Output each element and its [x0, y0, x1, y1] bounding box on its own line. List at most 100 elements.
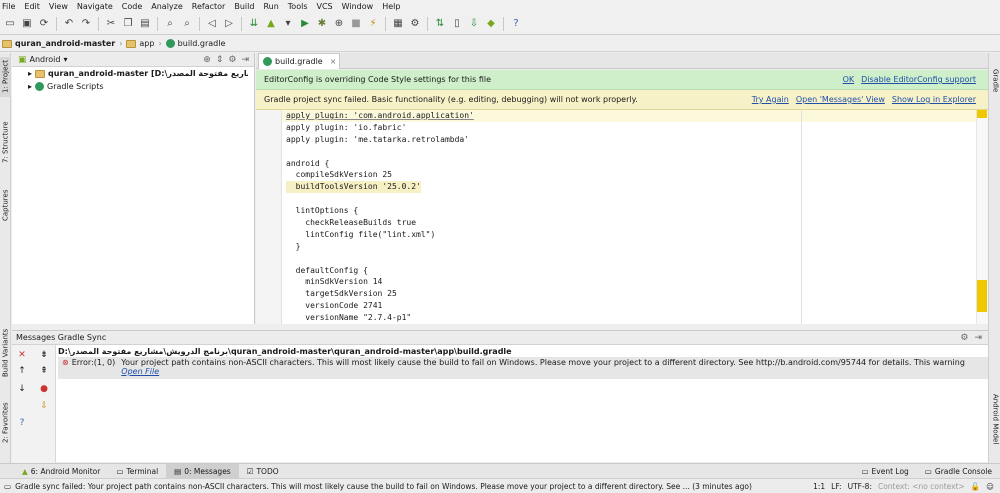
tab-gradle-console[interactable]: ▭ Gradle Console: [917, 464, 1000, 479]
back-icon[interactable]: ◁: [205, 17, 219, 31]
find-icon[interactable]: ⌕: [163, 17, 177, 31]
caret-position[interactable]: 1:1: [813, 482, 825, 491]
export-icon[interactable]: ⇩: [38, 400, 50, 412]
next-icon[interactable]: ↓: [16, 383, 28, 395]
menu-refactor[interactable]: Refactor: [192, 2, 226, 11]
menu-navigate[interactable]: Navigate: [77, 2, 113, 11]
try-again-link[interactable]: Try Again: [752, 95, 789, 104]
close-icon[interactable]: ×: [330, 57, 337, 66]
error-filter-icon[interactable]: ●: [38, 383, 50, 395]
paste-icon[interactable]: ▤: [138, 17, 152, 31]
tab-build-gradle[interactable]: build.gradle ×: [258, 53, 340, 69]
tab-structure[interactable]: 7: Structure: [0, 115, 11, 170]
menu-build[interactable]: Build: [234, 2, 254, 11]
message-path-row[interactable]: D:\برنامج الدرويش\مشاريع مفتوحة المصدر\q…: [58, 345, 988, 357]
hide-icon[interactable]: ⇥: [974, 333, 982, 343]
android-icon[interactable]: ▲: [264, 17, 278, 31]
collapse-icon[interactable]: ⇕: [216, 55, 224, 65]
open-messages-link[interactable]: Open 'Messages' View: [796, 95, 885, 104]
gear-icon[interactable]: ⚙: [960, 333, 968, 343]
tab-project[interactable]: 1: Project: [0, 57, 11, 97]
help-icon[interactable]: ?: [509, 17, 523, 31]
open-file-link[interactable]: Open File: [121, 367, 965, 376]
debug-icon[interactable]: ✱: [315, 17, 329, 31]
save-icon[interactable]: ▣: [20, 17, 34, 31]
hide-icon[interactable]: ⇥: [241, 55, 249, 65]
menu-vcs[interactable]: VCS: [317, 2, 333, 11]
tab-event-log[interactable]: ▭ Event Log: [853, 464, 916, 479]
warning-marker[interactable]: [977, 110, 987, 118]
tab-terminal[interactable]: ▭ Terminal: [108, 464, 166, 479]
toolbar-divider: [98, 16, 99, 31]
lock-icon[interactable]: 🔓: [971, 482, 980, 491]
attach-debugger-icon[interactable]: ⊕: [332, 17, 346, 31]
code-line: apply plugin: 'me.tatarka.retrolambda': [286, 134, 470, 144]
collapse-all-icon[interactable]: ⇞: [38, 365, 50, 377]
tree-item-gradle-scripts[interactable]: ▸ Gradle Scripts: [12, 80, 254, 93]
tab-gradle[interactable]: Gradle: [990, 61, 1000, 101]
dropdown-icon[interactable]: ▾: [281, 17, 295, 31]
gradle-file-icon: [165, 39, 175, 48]
status-toggle-icon[interactable]: ▭: [4, 482, 11, 491]
show-log-link[interactable]: Show Log in Explorer: [892, 95, 976, 104]
close-icon[interactable]: ✕: [16, 349, 28, 361]
previous-icon[interactable]: ↑: [16, 365, 28, 377]
message-error-row[interactable]: ⊗ Error:(1, 0) Your project path contain…: [58, 357, 988, 379]
menu-edit[interactable]: Edit: [24, 2, 40, 11]
gear-icon[interactable]: ⚙: [228, 55, 236, 65]
expand-all-icon[interactable]: ⇟: [38, 349, 50, 361]
menu-tools[interactable]: Tools: [288, 2, 308, 11]
forward-icon[interactable]: ▷: [222, 17, 236, 31]
tab-label: 6: Android Monitor: [30, 466, 101, 476]
apply-changes-icon[interactable]: ⚡: [366, 17, 380, 31]
sync-icon[interactable]: ⟳: [37, 17, 51, 31]
tree-item-project[interactable]: ▸ quran_android-master [D:\بررنامج الدرو…: [12, 67, 254, 80]
hector-icon[interactable]: ☺: [986, 482, 994, 491]
run-icon[interactable]: ▶: [298, 17, 312, 31]
tab-android-model[interactable]: Android Model: [990, 383, 1000, 455]
menu-analyze[interactable]: Analyze: [151, 2, 183, 11]
tab-captures[interactable]: Captures: [0, 183, 11, 228]
copy-icon[interactable]: ❐: [121, 17, 135, 31]
menu-code[interactable]: Code: [122, 2, 142, 11]
breadcrumb-item-project[interactable]: quran_android-master: [2, 39, 115, 48]
breadcrumb-item-app[interactable]: app: [126, 39, 154, 48]
menu-file[interactable]: File: [2, 2, 15, 11]
undo-icon[interactable]: ↶: [62, 17, 76, 31]
stop-icon[interactable]: ■: [349, 17, 363, 31]
menu-help[interactable]: Help: [382, 2, 400, 11]
ok-link[interactable]: OK: [843, 75, 855, 84]
disable-editorconfig-link[interactable]: Disable EditorConfig support: [861, 75, 976, 84]
file-encoding[interactable]: UTF-8:: [848, 482, 872, 491]
tab-messages[interactable]: ▤ 0: Messages: [166, 463, 239, 479]
redo-icon[interactable]: ↷: [79, 17, 93, 31]
menu-run[interactable]: Run: [263, 2, 278, 11]
menu-window[interactable]: Window: [342, 2, 374, 11]
tab-build-variants[interactable]: Build Variants: [0, 323, 11, 383]
settings-icon[interactable]: ⚙: [408, 17, 422, 31]
replace-icon[interactable]: ⌕: [180, 17, 194, 31]
tab-todo[interactable]: ☑ TODO: [239, 464, 287, 479]
editor-tab-bar: build.gradle ×: [256, 53, 988, 69]
tab-android-monitor[interactable]: ▲ 6: Android Monitor: [14, 464, 108, 479]
sync-scroll-icon[interactable]: ⊕: [203, 55, 211, 65]
line-separator[interactable]: LF:: [831, 482, 841, 491]
project-view-selector[interactable]: ▣ Android ▾: [18, 55, 67, 65]
status-message[interactable]: Gradle sync failed: Your project path co…: [15, 482, 775, 491]
code-editor[interactable]: apply plugin: 'com.android.application' …: [256, 110, 988, 324]
open-folder-icon[interactable]: ▭: [3, 17, 17, 31]
help-icon[interactable]: ?: [16, 417, 28, 429]
android-device-monitor-icon[interactable]: ◆: [484, 17, 498, 31]
project-structure-icon[interactable]: ▦: [391, 17, 405, 31]
sdk-manager-icon[interactable]: ⇩: [467, 17, 481, 31]
avd-manager-icon[interactable]: ▯: [450, 17, 464, 31]
tab-favorites[interactable]: 2: Favorites: [0, 398, 11, 448]
make-project-icon[interactable]: ⇊: [247, 17, 261, 31]
event-log-icon: ▭: [861, 466, 869, 476]
gradle-file-icon: [263, 57, 272, 66]
cut-icon[interactable]: ✂: [104, 17, 118, 31]
gradle-sync-icon[interactable]: ⇅: [433, 17, 447, 31]
warning-marker[interactable]: [977, 280, 987, 312]
breadcrumb-item-file[interactable]: build.gradle: [165, 39, 225, 48]
menu-view[interactable]: View: [49, 2, 68, 11]
